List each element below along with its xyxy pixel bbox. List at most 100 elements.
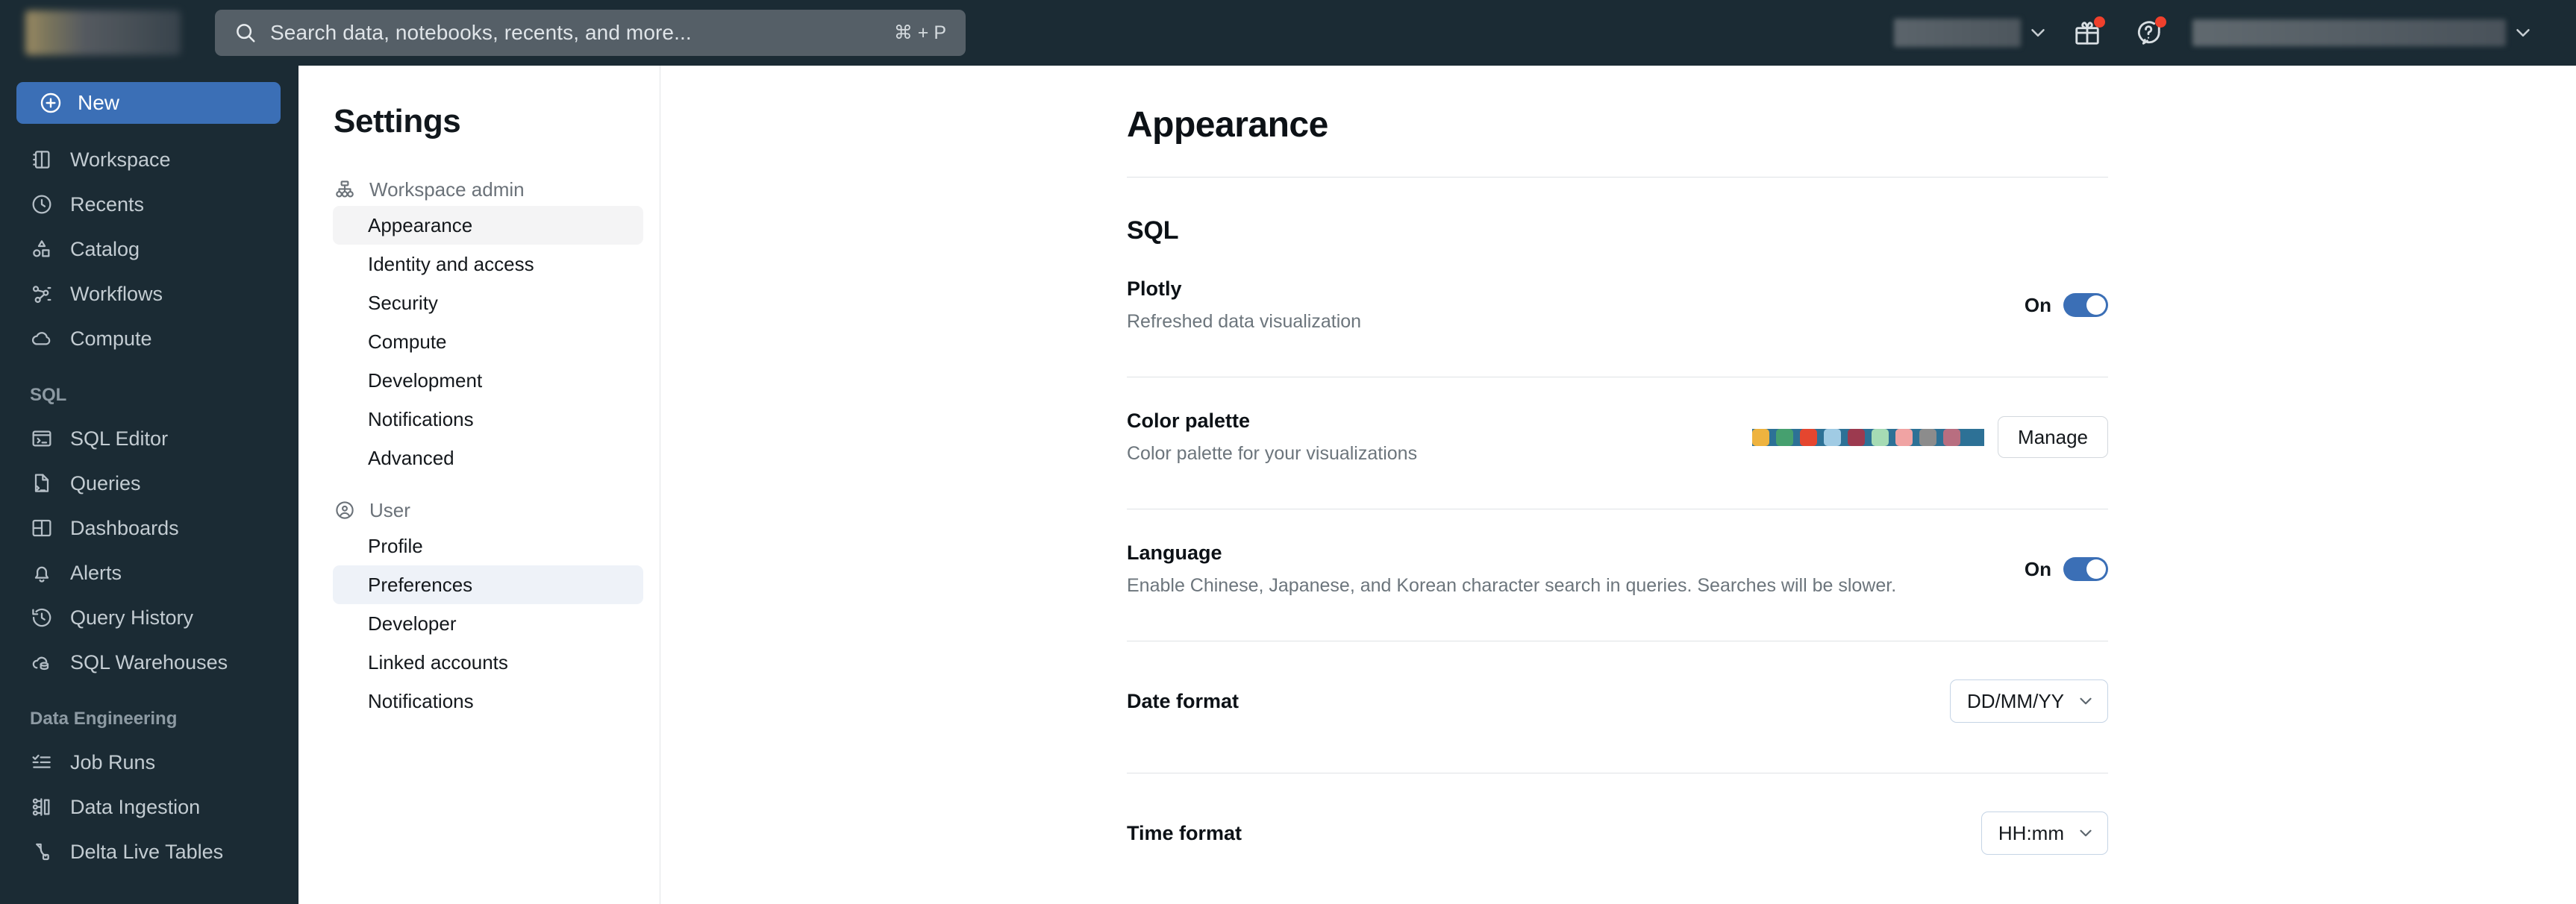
setting-row-plotly: Plotly Refreshed data visualization On xyxy=(1127,271,2108,339)
date-format-label: Date format xyxy=(1127,689,1239,712)
sidebar-item-compute[interactable]: Compute xyxy=(0,316,298,361)
color-swatch-5[interactable] xyxy=(1848,428,1866,446)
language-label: Language xyxy=(1127,542,1222,565)
settings-item-preferences[interactable]: Preferences xyxy=(333,565,643,604)
sidebar-item-query-history[interactable]: Query History xyxy=(0,595,298,640)
date-format-select[interactable]: DD/MM/YY xyxy=(1950,679,2108,723)
gift-button[interactable] xyxy=(2073,16,2105,47)
sidebar-item-sql-editor[interactable]: SQL Editor xyxy=(0,416,298,461)
settings-group-label: Workspace admin xyxy=(369,178,525,201)
catalog-shapes-icon xyxy=(33,240,50,257)
plus-circle-icon xyxy=(40,92,61,113)
settings-item-label: Advanced xyxy=(368,446,454,469)
settings-group-divider xyxy=(298,477,660,494)
global-search-placeholder: Search data, notebooks, recents, and mor… xyxy=(270,21,692,44)
color-swatch-10[interactable] xyxy=(1967,429,1984,446)
settings-panel: Settings Workspace admin Appearance Iden… xyxy=(298,66,660,904)
history-clock-icon xyxy=(32,608,51,627)
chevron-down-icon xyxy=(2080,829,2092,837)
new-button[interactable]: New xyxy=(16,82,281,124)
settings-item-profile[interactable]: Profile xyxy=(333,527,643,565)
global-search-bar[interactable]: Search data, notebooks, recents, and mor… xyxy=(215,10,966,56)
setting-row-language: Language Enable Chinese, Japanese, and K… xyxy=(1127,535,2108,603)
settings-item-user-notifications[interactable]: Notifications xyxy=(333,682,643,721)
settings-item-appearance[interactable]: Appearance xyxy=(333,206,643,245)
sidebar-label: Workflows xyxy=(70,282,163,305)
org-chart-icon xyxy=(336,181,354,198)
settings-item-identity-and-access[interactable]: Identity and access xyxy=(333,245,643,283)
sidebar-item-data-ingestion[interactable]: Data Ingestion xyxy=(0,785,298,829)
color-swatch-2[interactable] xyxy=(1776,428,1794,446)
section-heading-sql: SQL xyxy=(1127,216,1179,245)
help-button[interactable] xyxy=(2134,16,2166,47)
user-account-selector[interactable] xyxy=(2192,19,2506,46)
settings-item-label: Security xyxy=(368,291,438,314)
settings-item-advanced[interactable]: Advanced xyxy=(333,439,643,477)
plotly-toggle[interactable] xyxy=(2063,293,2108,317)
color-swatch-8[interactable] xyxy=(1919,428,1937,446)
color-palette-description: Color palette for your visualizations xyxy=(1127,442,1418,464)
new-button-label: New xyxy=(78,91,120,114)
plotly-description: Refreshed data visualization xyxy=(1127,310,1362,332)
sidebar-group-sql: SQL xyxy=(30,385,67,405)
sidebar-item-dashboards[interactable]: Dashboards xyxy=(0,506,298,550)
bell-icon xyxy=(34,566,49,583)
settings-item-label: Developer xyxy=(368,612,457,635)
sidebar-label: Workspace xyxy=(70,148,171,171)
settings-item-developer[interactable]: Developer xyxy=(333,604,643,643)
chevron-down-icon[interactable] xyxy=(2512,22,2534,44)
sidebar-group-data-engineering: Data Engineering xyxy=(30,709,178,729)
color-swatch-6[interactable] xyxy=(1872,428,1889,446)
settings-item-label: Development xyxy=(368,368,483,392)
settings-item-label: Preferences xyxy=(368,573,473,596)
page-title: Appearance xyxy=(1127,105,1328,145)
delta-live-tables-icon xyxy=(36,843,49,861)
sidebar-item-job-runs[interactable]: Job Runs xyxy=(0,740,298,785)
chevron-down-icon[interactable] xyxy=(2027,22,2049,44)
sidebar-item-sql-warehouses[interactable]: SQL Warehouses xyxy=(0,640,298,685)
settings-item-label: Linked accounts xyxy=(368,650,508,674)
color-swatch-4[interactable] xyxy=(1824,428,1842,446)
workspace-selector[interactable] xyxy=(1894,19,2021,47)
product-logo[interactable] xyxy=(25,10,181,55)
settings-item-security[interactable]: Security xyxy=(333,283,643,322)
sidebar-label: SQL Editor xyxy=(70,427,169,450)
sidebar-item-workflows[interactable]: Workflows xyxy=(0,271,298,316)
color-swatch-9[interactable] xyxy=(1943,428,1961,446)
settings-item-label: Profile xyxy=(368,534,423,557)
sidebar-item-workspace[interactable]: Workspace xyxy=(0,137,298,182)
search-shortcut-hint: ⌘ + P xyxy=(893,22,946,43)
settings-item-compute[interactable]: Compute xyxy=(333,322,643,361)
chevron-down-icon xyxy=(2080,697,2092,705)
top-bar-right-controls xyxy=(1894,16,2542,47)
time-format-select[interactable]: HH:mm xyxy=(1981,812,2108,855)
settings-item-notifications[interactable]: Notifications xyxy=(333,400,643,439)
color-swatch-1[interactable] xyxy=(1752,428,1770,446)
date-format-value: DD/MM/YY xyxy=(1967,689,2064,712)
sidebar-item-alerts[interactable]: Alerts xyxy=(0,550,298,595)
manage-palette-button[interactable]: Manage xyxy=(1998,416,2108,458)
sidebar-label: Delta Live Tables xyxy=(70,840,224,863)
settings-item-development[interactable]: Development xyxy=(333,361,643,400)
query-file-icon xyxy=(34,474,49,492)
color-swatch-7[interactable] xyxy=(1895,428,1913,446)
language-toggle-state: On xyxy=(2024,557,2051,580)
settings-item-linked-accounts[interactable]: Linked accounts xyxy=(333,643,643,682)
checklist-icon xyxy=(32,754,51,768)
setting-row-date-format: Date format DD/MM/YY xyxy=(1127,667,2108,735)
setting-row-color-palette: Color palette Color palette for your vis… xyxy=(1127,403,2108,471)
title-divider xyxy=(1127,177,2108,178)
sidebar-label: Queries xyxy=(70,471,141,495)
sidebar-item-recents[interactable]: Recents xyxy=(0,182,298,227)
time-format-value: HH:mm xyxy=(1998,821,2064,844)
settings-group-user: User xyxy=(298,494,660,527)
sidebar-item-queries[interactable]: Queries xyxy=(0,461,298,506)
settings-item-label: Notifications xyxy=(368,689,474,712)
color-swatch-3[interactable] xyxy=(1800,428,1818,446)
language-toggle[interactable] xyxy=(2063,557,2108,581)
search-icon xyxy=(234,22,257,44)
sidebar-item-delta-live-tables[interactable]: Delta Live Tables xyxy=(0,829,298,874)
sidebar-item-catalog[interactable]: Catalog xyxy=(0,227,298,271)
ingestion-icon xyxy=(32,798,50,816)
sidebar-label: Data Ingestion xyxy=(70,795,201,818)
